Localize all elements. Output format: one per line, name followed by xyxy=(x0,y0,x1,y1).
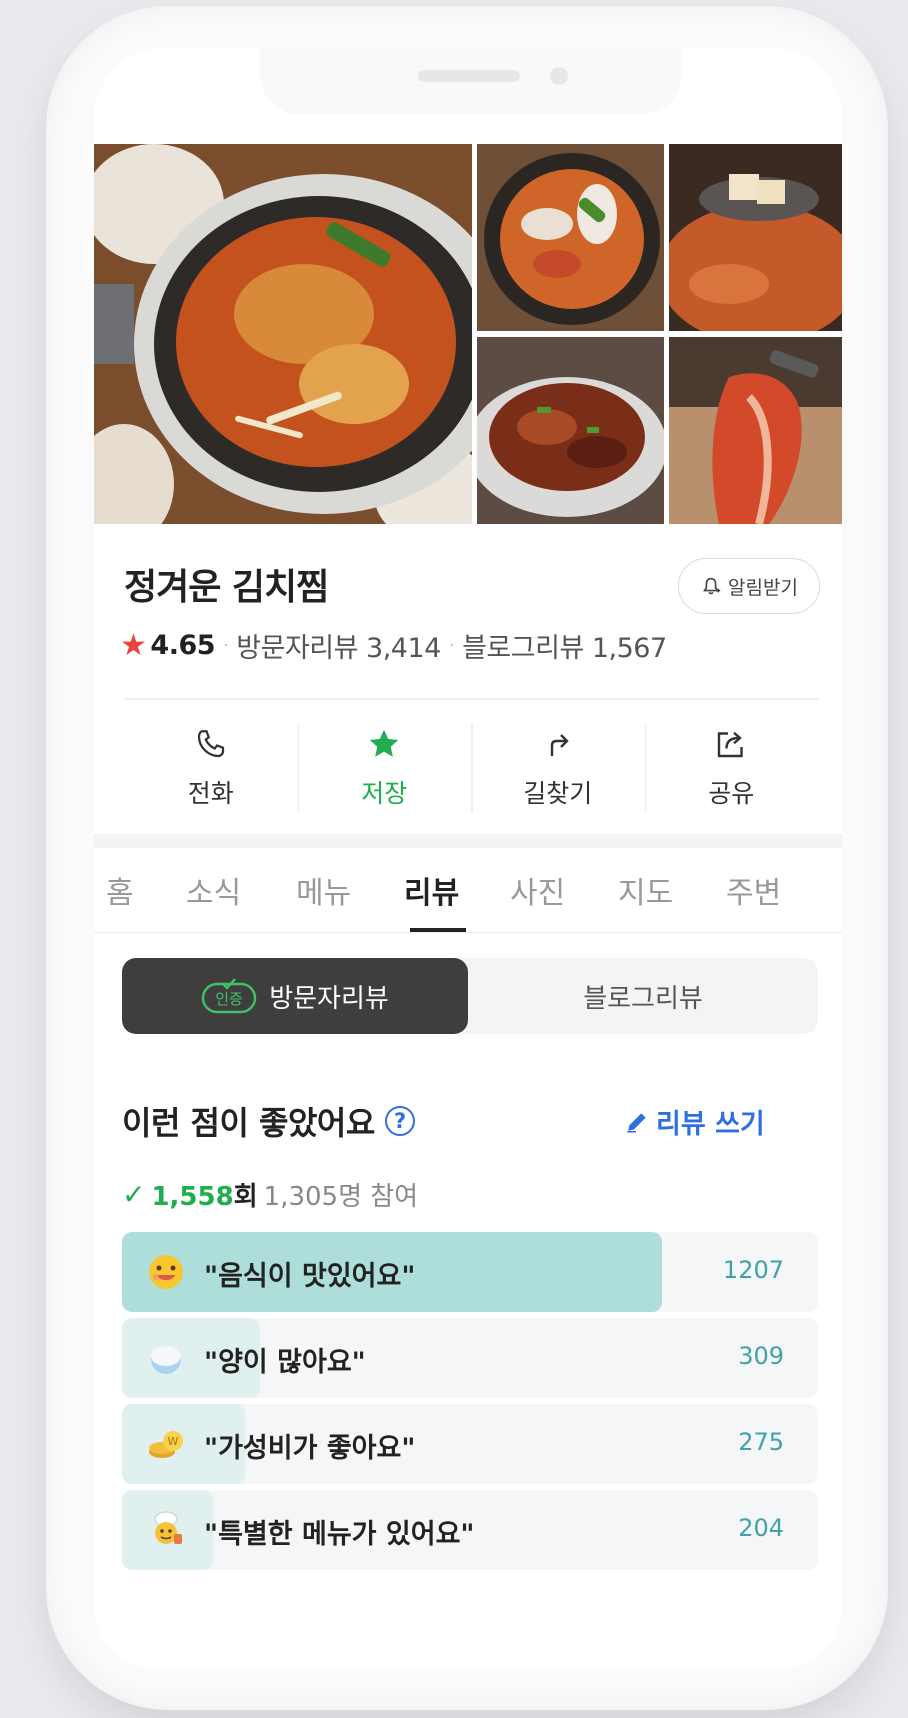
write-review-label: 리뷰 쓰기 xyxy=(656,1109,765,1140)
blog-review-count[interactable]: 블로그리뷰 1,567 xyxy=(462,626,667,665)
chef-icon xyxy=(154,1511,182,1544)
photo-thumb-4[interactable] xyxy=(669,337,842,524)
directions-button[interactable]: 길찾기 xyxy=(471,718,645,818)
tab-bar: 홈 소식 메뉴 리뷰 사진 지도 주변 xyxy=(94,848,842,933)
rating-line: ★ 4.65 · 방문자리뷰 3,414 · 블로그리뷰 1,567 xyxy=(120,626,667,665)
share-label: 공유 xyxy=(708,779,755,808)
restaurant-name: 정겨운 김치찜 xyxy=(124,567,329,608)
front-camera xyxy=(550,67,568,85)
speaker xyxy=(418,70,520,82)
call-label: 전화 xyxy=(187,779,234,808)
save-button[interactable]: 저장 xyxy=(297,718,472,818)
visitor-review-tab-label: 방문자리뷰 xyxy=(269,983,389,1014)
tab-map[interactable]: 지도 xyxy=(618,868,673,912)
photo-main[interactable] xyxy=(94,144,472,524)
separator-dot: · xyxy=(448,635,455,656)
screen: 정겨운 김치찜 알림받기 ★ 4.65 · 방문자리뷰 3,414 · 블로그리… xyxy=(94,48,842,1668)
alert-button-label: 알림받기 xyxy=(728,576,798,599)
bar-value: 309 xyxy=(738,1342,784,1370)
divider xyxy=(124,698,818,700)
bar-row: "음식이 맛있어요" 1207 xyxy=(122,1232,818,1312)
alert-button[interactable]: 알림받기 xyxy=(678,558,820,614)
tab-news[interactable]: 소식 xyxy=(186,868,241,912)
kimchi-stew-photo xyxy=(94,144,472,524)
tab-menu[interactable]: 메뉴 xyxy=(296,868,351,912)
bar-row: "양이 많아요" 309 xyxy=(122,1318,818,1398)
bar-value: 275 xyxy=(738,1428,784,1456)
tab-home[interactable]: 홈 xyxy=(106,868,134,912)
coin-icon: W xyxy=(149,1431,183,1458)
likes-heading: 이런 점이 좋았어요 ? xyxy=(122,1098,415,1144)
blog-review-tab-label: 블로그리뷰 xyxy=(583,983,703,1014)
verified-badge-text: 인증 xyxy=(215,990,243,1008)
bar-label: "특별한 메뉴가 있어요" xyxy=(204,1519,475,1550)
section-divider xyxy=(94,834,842,848)
rating-value: 4.65 xyxy=(150,630,216,661)
directions-label: 길찾기 xyxy=(523,779,593,808)
help-icon[interactable]: ? xyxy=(384,1106,415,1136)
likes-title: 이런 점이 좋았어요 xyxy=(122,1104,375,1142)
blog-review-tab[interactable]: 블로그리뷰 xyxy=(468,958,818,1034)
participants: 1,305명 참여 xyxy=(263,1182,419,1212)
separator-dot: · xyxy=(223,635,229,656)
tofu-stew-photo xyxy=(669,144,842,331)
call-button[interactable]: 전화 xyxy=(124,718,298,818)
visitor-review-count[interactable]: 방문자리뷰 3,414 xyxy=(236,626,441,665)
photo-thumb-1[interactable] xyxy=(477,144,664,331)
bar-value: 204 xyxy=(738,1514,784,1542)
bar-row: W "가성비가 좋아요" 275 xyxy=(122,1404,818,1484)
tab-nearby[interactable]: 주변 xyxy=(726,868,781,912)
share-button[interactable]: 공유 xyxy=(644,718,819,818)
likes-count: 1,558 xyxy=(151,1182,234,1212)
rice-bowl-icon xyxy=(151,1346,181,1374)
bell-plus-icon xyxy=(703,577,721,595)
share-icon xyxy=(718,731,743,758)
photo-thumb-2[interactable] xyxy=(669,144,842,331)
verified-badge-icon: 인증 xyxy=(201,978,257,1014)
directions-icon xyxy=(550,734,569,756)
check-icon: ✓ xyxy=(122,1178,146,1211)
star-icon xyxy=(370,729,399,757)
bar-label: "음식이 맛있어요" xyxy=(204,1261,416,1292)
bar-label: "가성비가 좋아요" xyxy=(204,1433,416,1464)
likes-count-unit: 회 xyxy=(233,1182,258,1212)
review-type-toggle: 인증 방문자리뷰 블로그리뷰 xyxy=(122,958,818,1034)
action-bar: 전화 저장 길찾기 공유 xyxy=(124,718,818,818)
likes-count-line: ✓ 1,558회 1,305명 참여 xyxy=(122,1176,418,1213)
kimchi-photo xyxy=(669,337,842,524)
active-tab-indicator xyxy=(410,928,466,932)
stew-bowl-photo xyxy=(477,144,664,331)
visitor-review-tab[interactable]: 인증 방문자리뷰 xyxy=(122,958,468,1034)
rating-star-icon: ★ xyxy=(120,628,147,663)
svg-text:W: W xyxy=(168,1435,179,1448)
write-review-button[interactable]: 리뷰 쓰기 xyxy=(624,1102,765,1141)
bar-label: "양이 많아요" xyxy=(204,1347,366,1378)
phone-icon xyxy=(197,730,224,758)
photo-thumb-3[interactable] xyxy=(477,337,664,524)
pencil-icon xyxy=(627,1112,646,1133)
photo-grid[interactable] xyxy=(94,144,842,524)
phone-notch xyxy=(260,48,682,114)
smiley-face-icon xyxy=(149,1255,183,1289)
bar-value: 1207 xyxy=(722,1256,784,1284)
tab-reviews[interactable]: 리뷰 xyxy=(404,868,459,912)
braised-dish-photo xyxy=(477,337,664,524)
save-label: 저장 xyxy=(361,779,408,808)
tab-photos[interactable]: 사진 xyxy=(510,868,565,912)
bar-row: "특별한 메뉴가 있어요" 204 xyxy=(122,1490,818,1570)
